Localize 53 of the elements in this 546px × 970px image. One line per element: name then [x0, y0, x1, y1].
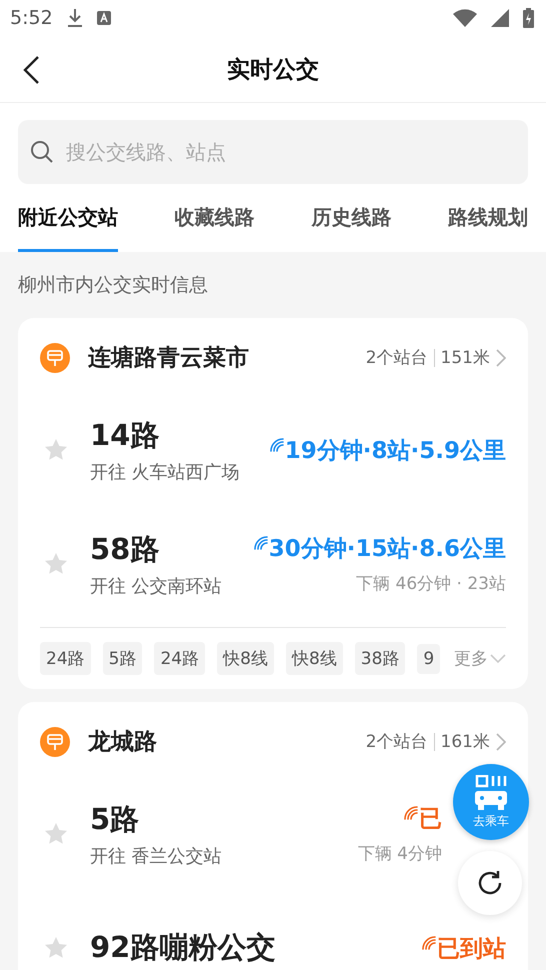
arrival-info: 30分钟·15站·8.6公里 — [268, 535, 506, 564]
next-bus-info: 下辆 46分钟 · 23站 — [356, 573, 506, 595]
arrival-info: 已到站 — [437, 934, 506, 964]
route-direction: 开往 火车站西广场 — [90, 461, 241, 484]
chevron-right-icon[interactable] — [496, 348, 506, 366]
tab[interactable]: 路线规划 — [448, 184, 528, 252]
star-icon[interactable] — [44, 438, 68, 462]
chevron-down-icon — [490, 654, 506, 664]
route-name: 14路 — [90, 417, 160, 454]
search-icon — [30, 140, 54, 164]
status-time: 5:52 — [10, 7, 53, 29]
search-field[interactable]: 搜公交线路、站点 — [18, 120, 528, 184]
route-chip[interactable]: 快8线 — [286, 642, 343, 675]
platform-count: 2个站台 — [366, 731, 428, 753]
chevron-right-icon[interactable] — [496, 732, 506, 750]
bus-qr-icon — [474, 774, 508, 810]
download-icon — [66, 8, 83, 28]
route-chip[interactable]: 9 — [417, 644, 440, 674]
station-name: 连塘路青云菜市 — [88, 344, 250, 373]
route-name: 92路嘣粉公交 — [90, 929, 276, 966]
station-distance: 161米 — [440, 731, 490, 753]
route-chip[interactable]: 5路 — [102, 642, 142, 675]
signal-icon — [252, 533, 269, 551]
refresh-icon — [476, 869, 504, 897]
cell-signal-icon — [491, 9, 509, 27]
route-chip[interactable]: 24路 — [40, 642, 91, 675]
platform-count: 2个站台 — [366, 347, 428, 369]
station-distance: 151米 — [440, 347, 490, 369]
route-direction: 开往 公交南环站 — [90, 575, 223, 598]
signal-icon — [403, 803, 419, 821]
page-title: 实时公交 — [227, 56, 319, 84]
route-name: 58路 — [90, 531, 160, 568]
station-name: 龙城路 — [88, 728, 158, 757]
route-chip[interactable]: 24路 — [154, 642, 206, 675]
route-chip[interactable]: 38路 — [354, 642, 406, 675]
arrival-info: 19分钟·8站·5.9公里 — [284, 436, 506, 466]
tab[interactable]: 收藏线路 — [174, 184, 255, 252]
route-direction: 开往 香兰公交站 — [90, 845, 223, 868]
section-label: 柳州市内公交实时信息 — [17, 273, 209, 298]
battery-icon — [523, 8, 534, 28]
bus-stop-icon — [40, 342, 70, 372]
arrival-info: 已 — [419, 805, 442, 834]
route-name: 5路 — [90, 801, 140, 838]
wifi-icon — [453, 9, 477, 27]
star-icon[interactable] — [44, 552, 68, 576]
star-icon[interactable] — [44, 936, 68, 960]
tab[interactable]: 附近公交站 — [18, 184, 118, 252]
star-icon[interactable] — [44, 822, 68, 846]
search-input[interactable]: 搜公交线路、站点 — [64, 139, 516, 165]
next-bus-info: 下辆 4分钟 — [358, 843, 442, 865]
bus-stop-icon — [40, 726, 70, 756]
tab[interactable]: 历史线路 — [311, 184, 392, 252]
route-chip[interactable]: 快8线 — [217, 642, 274, 675]
